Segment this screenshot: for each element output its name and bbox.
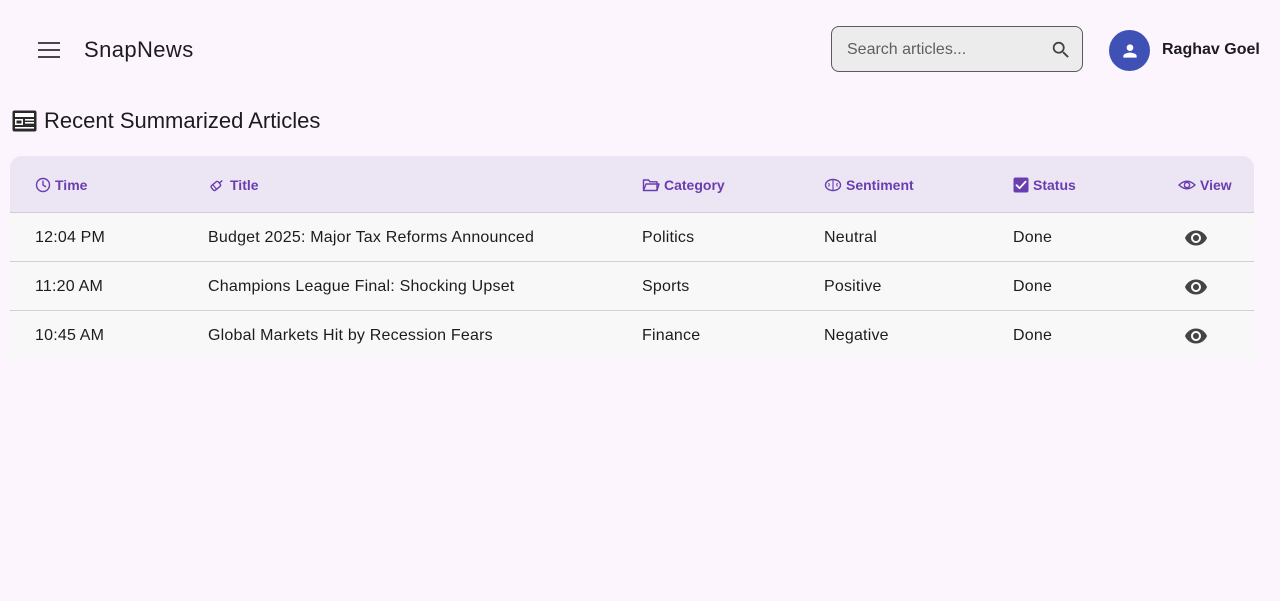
cell-sentiment: Negative [824, 326, 889, 344]
view-article-button[interactable] [1183, 323, 1209, 349]
cell-time: 10:45 AM [35, 326, 105, 344]
cell-sentiment: Positive [824, 277, 882, 295]
column-header-title[interactable]: Title [208, 156, 259, 213]
cell-category: Sports [642, 277, 690, 295]
column-header-label: Title [230, 176, 259, 193]
menu-button[interactable] [29, 30, 69, 70]
clock-icon [35, 177, 51, 192]
folder-icon [642, 178, 660, 191]
search-icon[interactable] [1050, 39, 1072, 61]
avatar[interactable] [1109, 30, 1150, 71]
cell-category: Politics [642, 228, 695, 246]
column-header-label: Status [1033, 176, 1076, 193]
column-header-time[interactable]: Time [35, 156, 87, 213]
column-header-label: Time [55, 176, 88, 193]
section-heading: Recent Summarized Articles [12, 107, 320, 135]
person-icon [1122, 43, 1137, 58]
view-article-button[interactable] [1183, 225, 1209, 251]
app-bar: SnapNews Raghav Goel [0, 0, 1280, 100]
column-header-label: View [1200, 176, 1232, 193]
eye-icon [1178, 180, 1196, 189]
brain-icon [824, 178, 842, 191]
eye-icon [1185, 328, 1207, 344]
table-row[interactable]: 10:45 AM Global Markets Hit by Recession… [10, 311, 1254, 360]
column-header-sentiment[interactable]: Sentiment [824, 156, 914, 213]
cell-status: Done [1013, 277, 1053, 295]
table-row[interactable]: 11:20 AM Champions League Final: Shockin… [10, 262, 1254, 311]
hamburger-menu-icon [38, 42, 60, 58]
app-title: SnapNews [84, 37, 194, 62]
cell-time: 11:20 AM [35, 277, 104, 295]
column-header-view[interactable]: View [1178, 156, 1232, 213]
table-row[interactable]: 12:04 PM Budget 2025: Major Tax Reforms … [10, 213, 1254, 262]
cell-title: Global Markets Hit by Recession Fears [208, 326, 493, 344]
cell-time: 12:04 PM [35, 228, 106, 246]
cell-status: Done [1013, 228, 1053, 246]
column-header-label: Sentiment [846, 176, 914, 193]
articles-table: Time Title Category Sentiment Status Vie… [10, 156, 1254, 360]
user-name[interactable]: Raghav Goel [1162, 40, 1260, 60]
cell-sentiment: Neutral [824, 228, 877, 246]
column-header-status[interactable]: Status [1013, 156, 1076, 213]
section-title: Recent Summarized Articles [44, 108, 321, 133]
column-header-label: Category [664, 176, 725, 193]
column-header-category[interactable]: Category [642, 156, 725, 213]
search-field[interactable] [831, 26, 1083, 73]
table-header: Time Title Category Sentiment Status Vie… [10, 156, 1254, 213]
cell-status: Done [1013, 326, 1053, 344]
cell-category: Finance [642, 326, 701, 344]
search-input[interactable] [847, 27, 1047, 73]
eye-icon [1185, 230, 1207, 246]
eye-icon [1185, 279, 1207, 295]
cell-title: Champions League Final: Shocking Upset [208, 277, 515, 295]
cell-title: Budget 2025: Major Tax Reforms Announced [208, 228, 535, 246]
checkbox-icon [1013, 177, 1029, 192]
newspaper-icon [12, 110, 37, 132]
view-article-button[interactable] [1183, 274, 1209, 300]
pin-icon [210, 179, 223, 191]
